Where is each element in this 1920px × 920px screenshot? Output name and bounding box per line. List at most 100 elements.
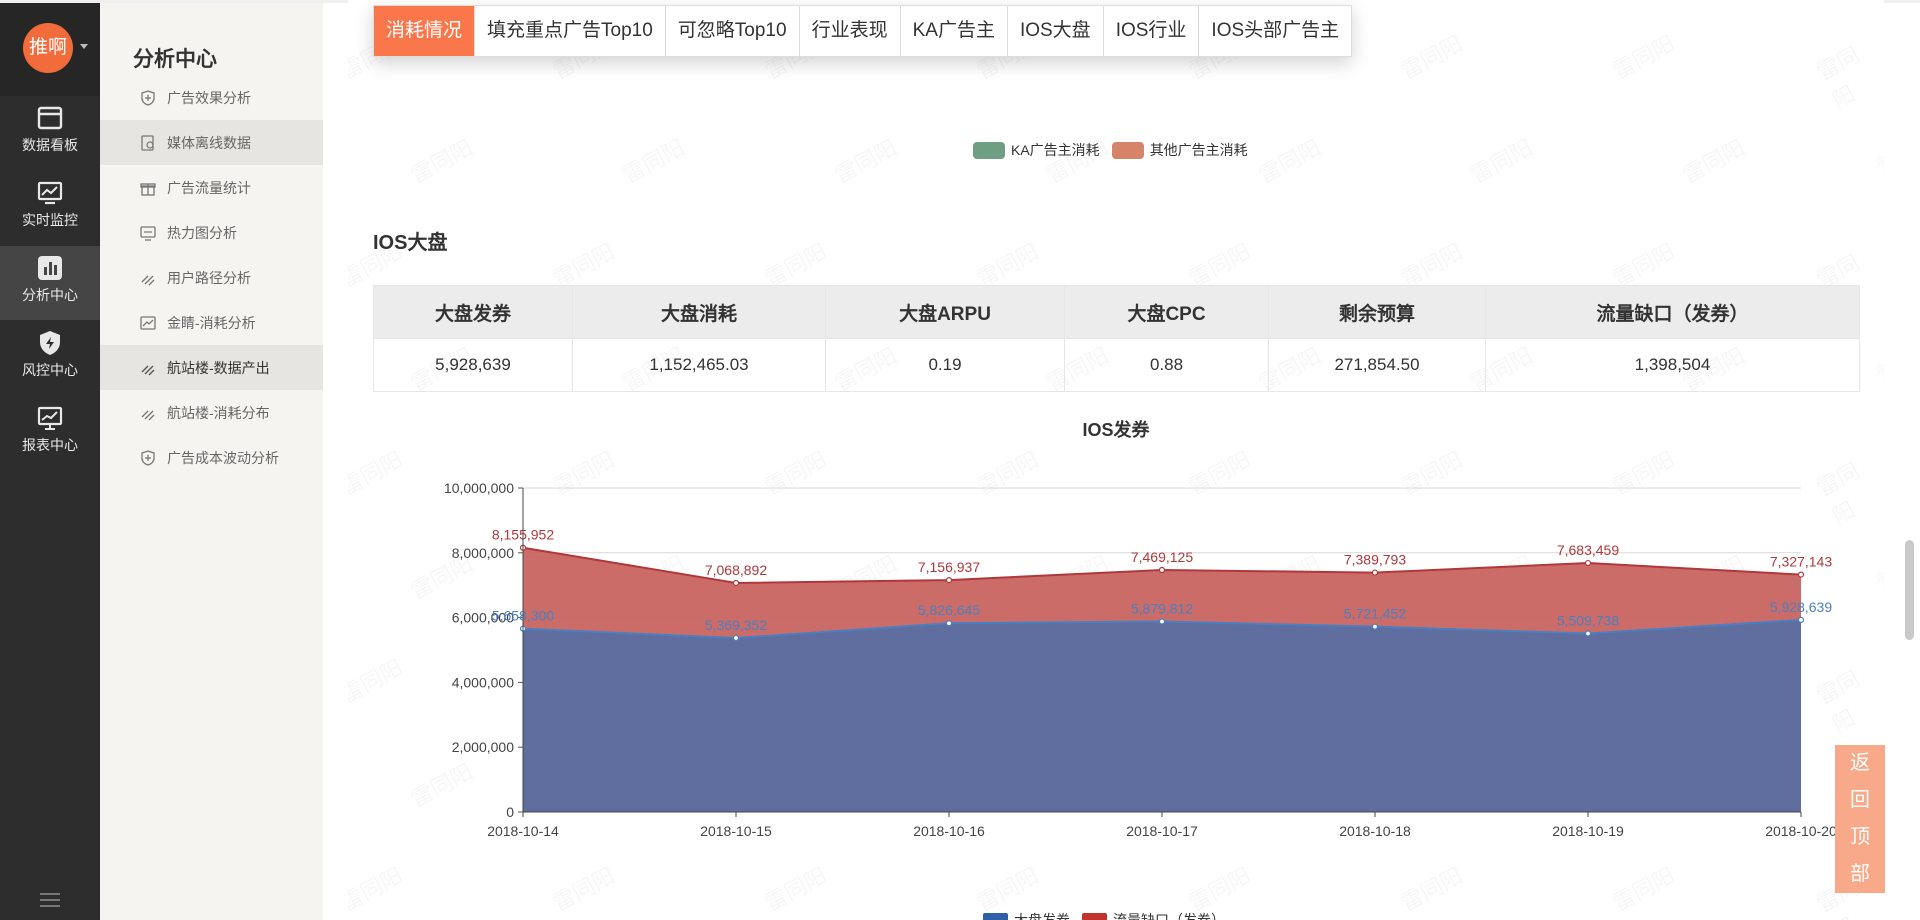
summary-value-cell: 1,398,504: [1485, 338, 1860, 392]
sub-item-label: 热力图分析: [167, 225, 237, 241]
summary-value-cell: 271,854.50: [1268, 338, 1486, 392]
watermark-text: 雷同阳: [546, 858, 619, 917]
sub-item-traffic-stats[interactable]: 广告流量统计: [100, 165, 323, 210]
tab-ios-market[interactable]: IOS大盘: [1008, 6, 1104, 56]
legend-label: 流量缺口（发券）: [1113, 912, 1225, 920]
page-scrollbar-thumb[interactable]: [1905, 540, 1914, 640]
tab-ka-advertiser[interactable]: KA广告主: [901, 6, 1008, 56]
data-point-traffic-gap: [945, 577, 953, 584]
y-tick-label: 2,000,000: [452, 739, 514, 755]
shield-icon: [40, 331, 60, 355]
legend-item-other[interactable]: 其他广告主消耗: [1111, 140, 1248, 160]
sub-item-golden-eye[interactable]: 金睛-消耗分析: [100, 300, 323, 345]
sub-item-terminal-distribution[interactable]: 航站楼-消耗分布: [100, 390, 323, 435]
data-point-market-coupon: [1584, 630, 1592, 637]
shield-plus-icon: [141, 450, 155, 466]
sub-item-label: 广告流量统计: [167, 180, 251, 196]
sub-item-label: 用户路径分析: [167, 270, 251, 286]
rail-item-dashboard[interactable]: 数据看板: [0, 96, 100, 170]
sub-item-label: 广告效果分析: [167, 90, 251, 106]
sub-item-label: 媒体离线数据: [167, 135, 251, 151]
tab-ios-industry[interactable]: IOS行业: [1104, 6, 1200, 56]
watermark-text: 雷同阳: [1464, 130, 1537, 189]
watermark-text: 雷同阳: [1606, 26, 1679, 85]
rail-item-label: 数据看板: [22, 137, 78, 153]
app-logo[interactable]: 推啊: [23, 23, 73, 73]
data-label-market-coupon: 5,879,812: [1131, 600, 1193, 616]
data-point-traffic-gap: [1371, 569, 1379, 576]
bar-chart-icon: [38, 256, 62, 280]
rail-item-analysis[interactable]: 分析中心: [0, 246, 100, 320]
path-icon: [141, 275, 155, 286]
watermark-text: 雷同阳: [1676, 130, 1749, 189]
rail-item-label: 风控中心: [22, 362, 78, 378]
data-label-traffic-gap: 7,327,143: [1770, 554, 1832, 570]
tab-ios-top-advertiser[interactable]: IOS头部广告主: [1199, 6, 1351, 56]
legend-item-market-coupon[interactable]: 大盘发券: [983, 910, 1070, 920]
sub-item-terminal-output[interactable]: 航站楼-数据产出: [100, 345, 323, 390]
data-label-traffic-gap: 7,683,459: [1557, 542, 1619, 558]
summary-header-cell: 大盘发券: [373, 285, 573, 339]
sub-item-label: 广告成本波动分析: [167, 450, 279, 466]
sub-item-cost-fluctuation[interactable]: 广告成本波动分析: [100, 435, 323, 480]
sub-item-label: 航站楼-消耗分布: [167, 405, 270, 421]
hamburger-menu-icon[interactable]: [40, 892, 60, 908]
summary-header-cell: 剩余预算: [1268, 285, 1486, 339]
sub-item-heatmap[interactable]: 热力图分析: [100, 210, 323, 255]
rail-item-label: 报表中心: [22, 437, 78, 453]
tab-bar: 消耗情况 填充重点广告Top10 可忽略Top10 行业表现 KA广告主 IOS…: [373, 5, 1353, 57]
back-to-top-button[interactable]: 返 回 顶 部: [1835, 745, 1885, 893]
tab-industry[interactable]: 行业表现: [800, 6, 901, 56]
legend-item-ka[interactable]: KA广告主消耗: [973, 140, 1100, 160]
data-point-market-coupon: [1371, 623, 1379, 630]
watermark-text: 雷同阳: [1606, 858, 1679, 917]
watermark-text: 雷同阳: [828, 130, 901, 189]
back-to-top-char: 部: [1850, 863, 1870, 885]
rail-item-report[interactable]: 报表中心: [0, 396, 100, 470]
data-point-market-coupon: [732, 634, 740, 642]
data-label-traffic-gap: 7,068,892: [705, 562, 767, 578]
watermark-text: 雷同阳: [1182, 858, 1255, 917]
sub-item-user-path[interactable]: 用户路径分析: [100, 255, 323, 300]
summary-value-cell: 1,152,465.03: [572, 338, 826, 392]
data-point-traffic-gap: [1797, 571, 1805, 578]
legend-swatch: [983, 913, 1008, 920]
rail-item-label: 实时监控: [22, 212, 78, 228]
rail-item-label: 分析中心: [22, 287, 78, 303]
summary-header-cell: 大盘ARPU: [825, 285, 1065, 339]
gift-icon: [140, 183, 156, 196]
data-label-market-coupon: 5,721,452: [1344, 606, 1406, 622]
chevron-down-icon[interactable]: [80, 44, 88, 49]
main-content: 雷同阳雷同阳雷同阳雷同阳雷同阳雷同阳雷同阳雷同阳雷同阳雷同阳雷同阳雷同阳雷同阳雷…: [348, 0, 1884, 920]
watermark-text: 雷同阳: [1394, 26, 1467, 85]
back-to-top-char: 回: [1850, 789, 1870, 811]
path-icon: [141, 365, 155, 376]
legend-swatch: [1111, 141, 1144, 159]
doc-icon: [141, 135, 154, 151]
summary-header-cell: 大盘CPC: [1064, 285, 1269, 339]
rail-item-monitor[interactable]: 实时监控: [0, 171, 100, 245]
data-label-market-coupon: 5,369,352: [705, 617, 767, 633]
data-point-market-coupon: [945, 620, 953, 627]
tab-fill-top10[interactable]: 填充重点广告Top10: [475, 6, 666, 56]
summary-table: 大盘发券 大盘消耗 大盘ARPU 大盘CPC 剩余预算 流量缺口（发券） 5,9…: [373, 285, 1860, 392]
tab-consumption[interactable]: 消耗情况: [374, 6, 476, 56]
logo-area: 推啊: [0, 0, 100, 96]
ios-coupon-area-chart: 02,000,0004,000,0006,000,0008,000,00010,…: [444, 480, 1837, 839]
path-icon: [141, 410, 155, 421]
section-title: IOS大盘: [373, 232, 448, 254]
data-point-traffic-gap: [1158, 566, 1166, 574]
left-nav-rail: 推啊 数据看板 实时监控 分析中心 风控中心 报表中心: [0, 0, 100, 920]
data-label-market-coupon: 5,509,738: [1557, 612, 1619, 628]
tab-ignorable-top10[interactable]: 可忽略Top10: [666, 6, 800, 56]
summary-value-cell: 0.88: [1064, 338, 1269, 392]
sub-item-media-offline[interactable]: 媒体离线数据: [100, 120, 323, 165]
legend-swatch: [1082, 913, 1107, 920]
legend-item-traffic-gap[interactable]: 流量缺口（发券）: [1082, 910, 1225, 920]
x-tick-label: 2018-10-17: [1126, 823, 1198, 839]
watermark-text: 雷同阳: [1871, 144, 1884, 239]
shield-plus-icon: [141, 90, 155, 106]
rail-item-risk[interactable]: 风控中心: [0, 321, 100, 395]
sub-item-ad-effect[interactable]: 广告效果分析: [100, 75, 323, 120]
watermark-text: 雷同阳: [758, 858, 831, 917]
